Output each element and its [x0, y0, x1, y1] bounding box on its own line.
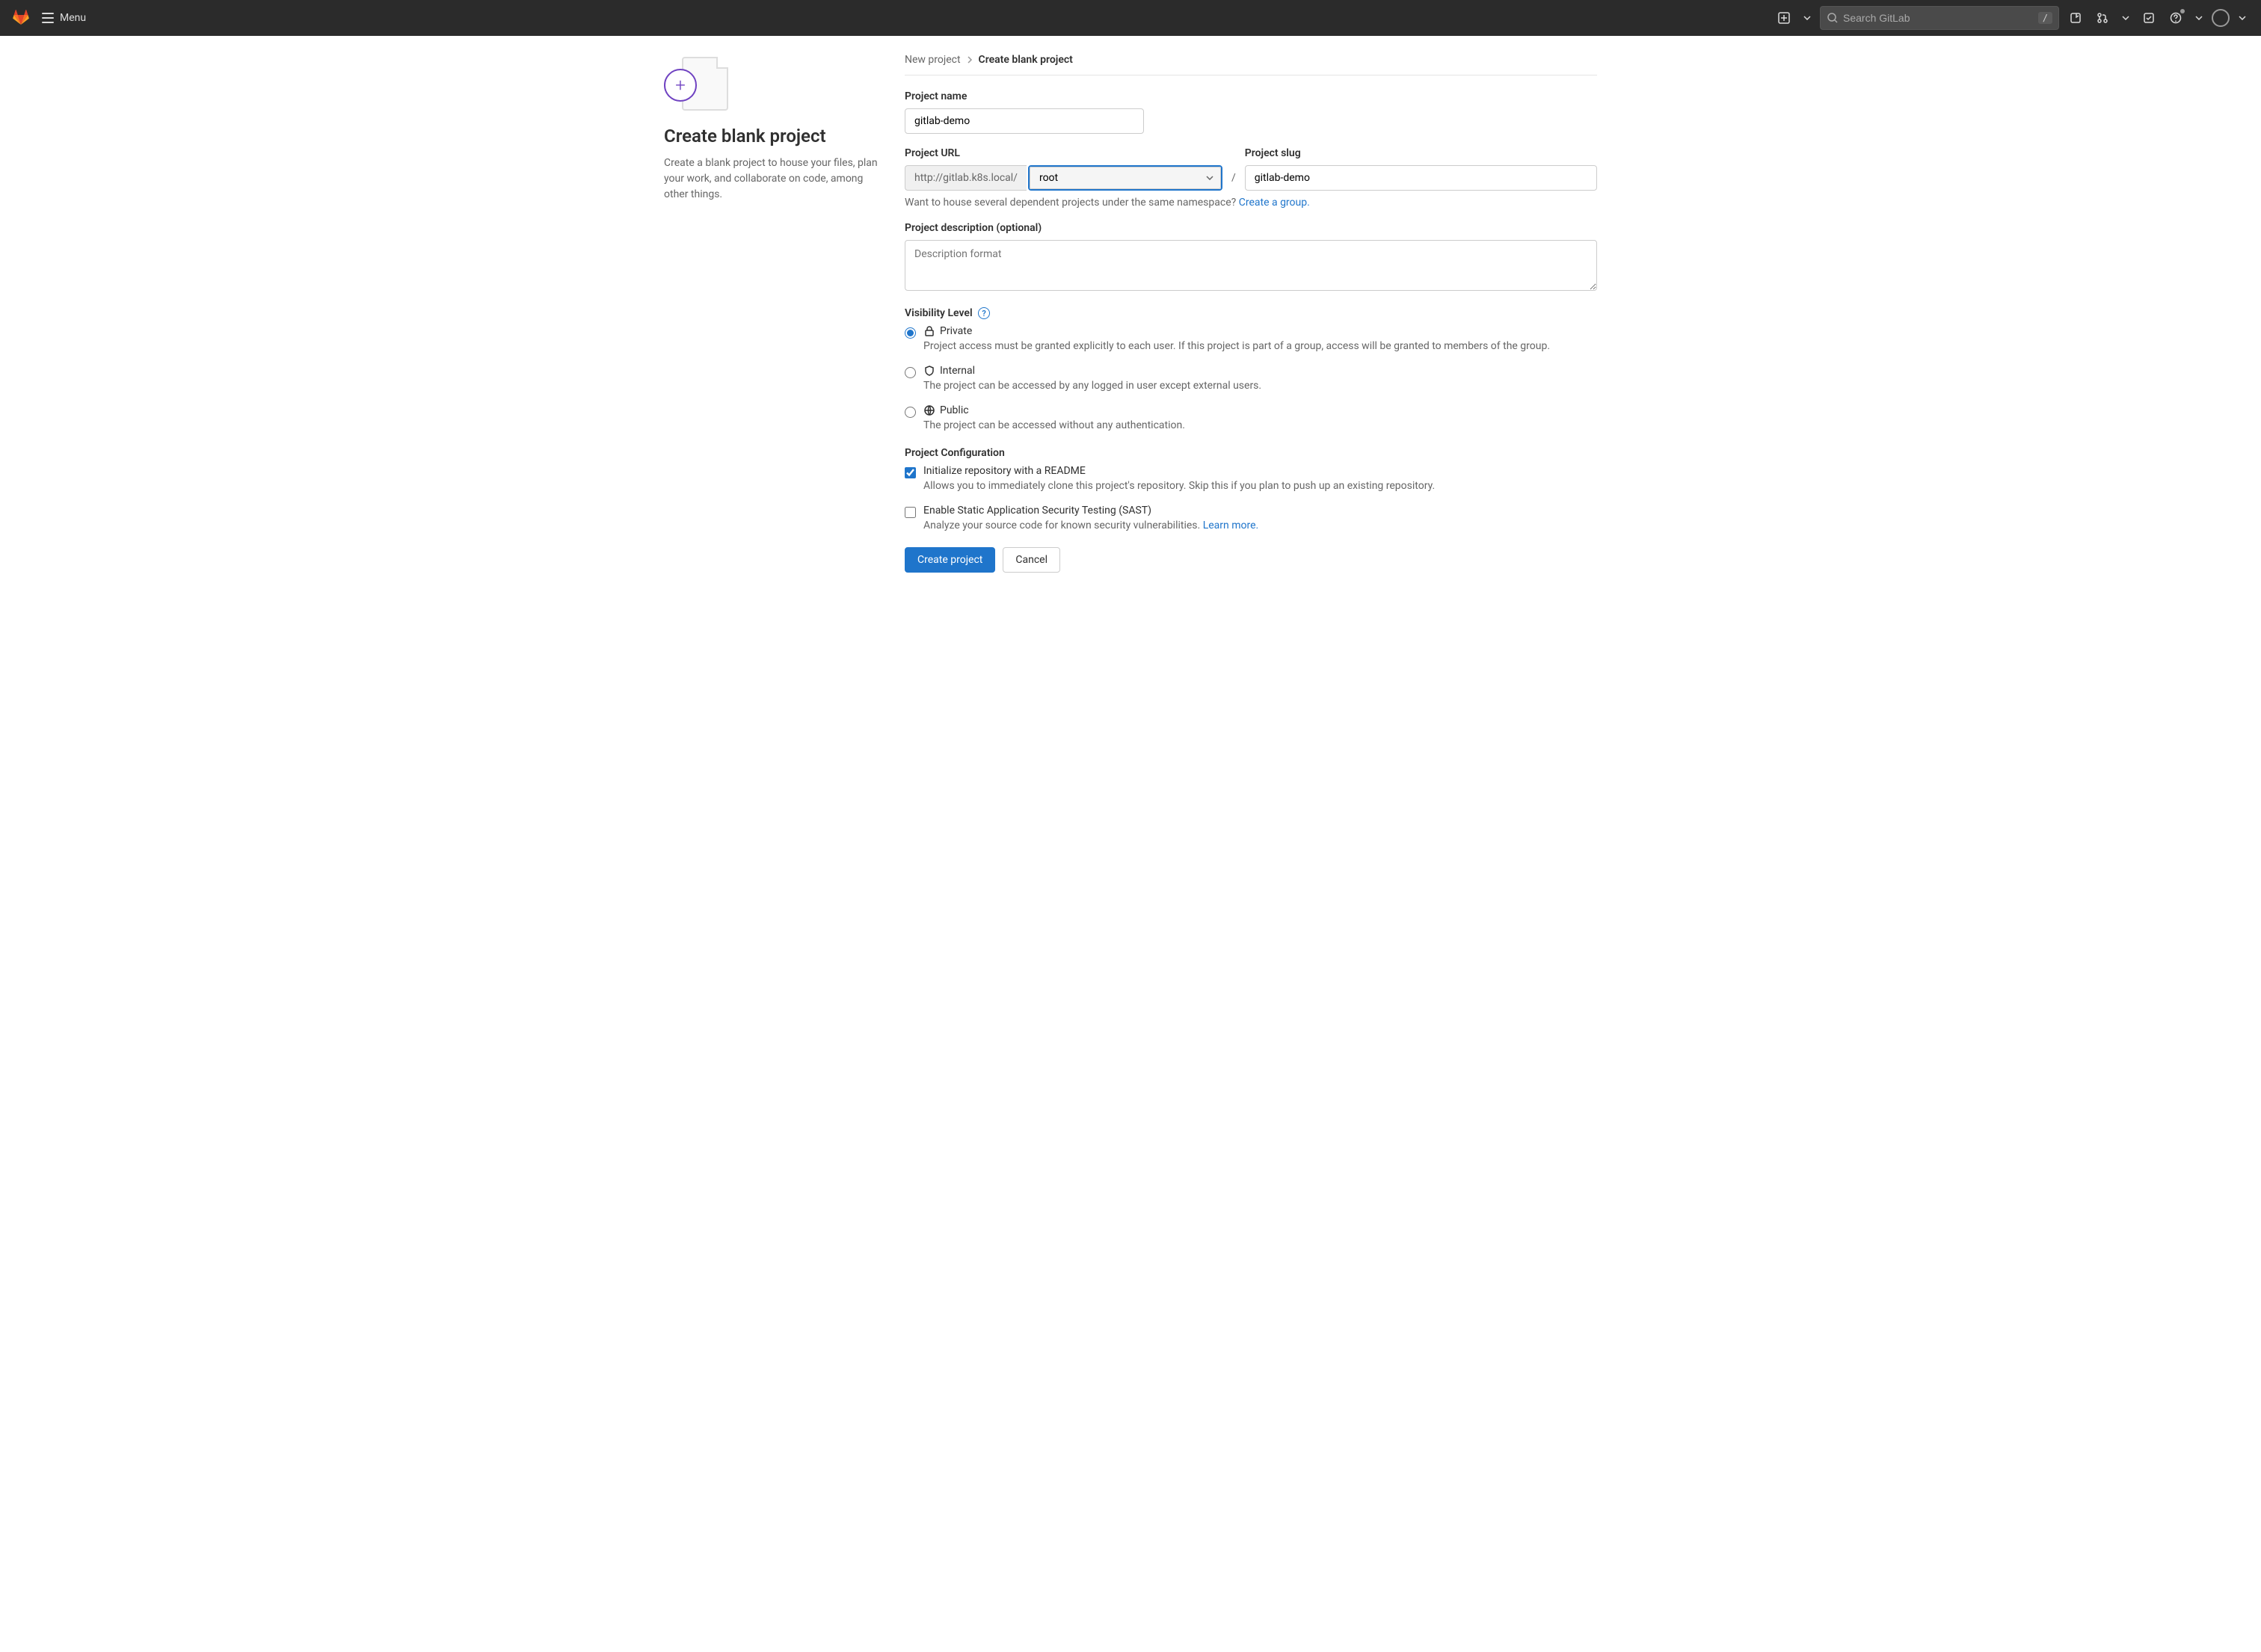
visibility-internal[interactable]: Internal The project can be accessed by … — [905, 365, 1597, 394]
sidebar-title: Create blank project — [664, 126, 881, 147]
description-label: Project description (optional) — [905, 222, 1597, 234]
create-new-dropdown[interactable] — [1800, 7, 1814, 28]
config-label: Project Configuration — [905, 447, 1597, 459]
project-slug-label: Project slug — [1245, 147, 1597, 159]
cancel-button[interactable]: Cancel — [1003, 547, 1060, 573]
create-project-button[interactable]: Create project — [905, 547, 995, 573]
readme-option[interactable]: Initialize repository with a README Allo… — [905, 465, 1597, 494]
sidebar-project-icon: + — [664, 54, 724, 114]
search-box[interactable]: / — [1820, 6, 2059, 30]
breadcrumb-parent[interactable]: New project — [905, 54, 961, 66]
project-slug-input[interactable] — [1245, 165, 1597, 191]
sast-learn-more-link[interactable]: Learn more. — [1203, 520, 1259, 531]
breadcrumb-current: Create blank project — [979, 54, 1073, 66]
create-new-button[interactable] — [1774, 7, 1794, 28]
slash-separator: / — [1222, 165, 1245, 191]
help-dropdown[interactable] — [2192, 7, 2206, 28]
description-textarea[interactable] — [905, 240, 1597, 291]
gitlab-logo[interactable] — [12, 9, 30, 27]
visibility-label: Visibility Level ? — [905, 307, 1597, 319]
url-prefix: http://gitlab.k8s.local/ — [905, 165, 1027, 191]
sast-checkbox[interactable] — [905, 507, 916, 518]
readme-checkbox[interactable] — [905, 467, 916, 478]
plus-icon: + — [664, 69, 697, 102]
globe-icon — [923, 404, 935, 416]
shield-icon — [923, 365, 935, 377]
merge-requests-dropdown[interactable] — [2119, 7, 2132, 28]
lock-icon — [923, 325, 935, 337]
main-content: New project Create blank project Project… — [905, 54, 1597, 573]
issues-button[interactable] — [2065, 7, 2086, 28]
group-hint: Want to house several dependent projects… — [905, 197, 1597, 209]
create-group-link[interactable]: Create a group. — [1239, 197, 1310, 209]
sast-option[interactable]: Enable Static Application Security Testi… — [905, 505, 1597, 534]
hamburger-icon — [42, 13, 54, 23]
project-url-label: Project URL — [905, 147, 1222, 159]
menu-label: Menu — [60, 12, 86, 24]
help-icon[interactable]: ? — [978, 307, 990, 319]
user-avatar[interactable] — [2212, 9, 2230, 27]
visibility-internal-radio[interactable] — [905, 367, 916, 378]
help-button[interactable] — [2165, 7, 2186, 28]
user-dropdown[interactable] — [2236, 7, 2249, 28]
namespace-select[interactable]: root — [1030, 167, 1221, 189]
breadcrumb: New project Create blank project — [905, 54, 1597, 75]
visibility-private-radio[interactable] — [905, 327, 916, 339]
visibility-public-radio[interactable] — [905, 407, 916, 418]
menu-button[interactable]: Menu — [36, 9, 92, 27]
visibility-public[interactable]: Public The project can be accessed witho… — [905, 404, 1597, 434]
visibility-private[interactable]: Private Project access must be granted e… — [905, 325, 1597, 354]
sidebar-description: Create a blank project to house your fil… — [664, 155, 881, 203]
top-header: Menu / — [0, 0, 2261, 36]
project-name-input[interactable] — [905, 108, 1144, 134]
project-name-label: Project name — [905, 90, 1597, 102]
search-input[interactable] — [1843, 12, 2034, 24]
search-kbd-hint: / — [2038, 12, 2052, 24]
search-icon — [1827, 12, 1839, 24]
chevron-right-icon — [967, 56, 973, 64]
merge-requests-button[interactable] — [2092, 7, 2113, 28]
sidebar: + Create blank project Create a blank pr… — [664, 54, 881, 573]
todos-button[interactable] — [2138, 7, 2159, 28]
